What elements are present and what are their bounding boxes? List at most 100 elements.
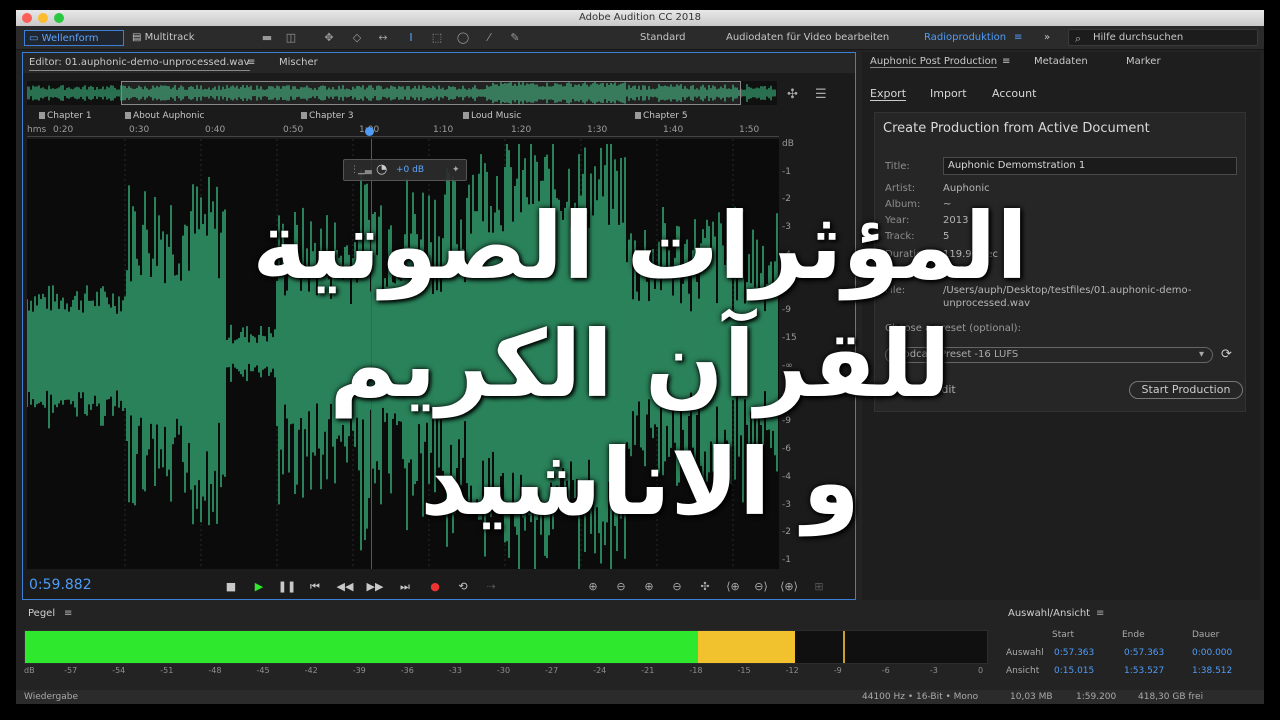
rate-label: Rate: — [885, 265, 912, 276]
zoom-in-amplitude-icon[interactable]: ⊕ — [583, 579, 603, 595]
start-production-button[interactable]: Start Production — [1129, 381, 1243, 399]
preset-select[interactable]: Podcast Preset -16 LUFS ▾ — [885, 347, 1213, 363]
selection-duration[interactable]: 0:00.000 — [1192, 648, 1232, 658]
multitrack-icon: ▤ — [132, 32, 145, 43]
workspace-more-icon[interactable]: » — [1044, 30, 1050, 46]
zoom-in-point-icon[interactable]: ⟨⊕ — [723, 579, 743, 595]
workspace-menu-icon[interactable]: ≡ — [1014, 30, 1022, 46]
selection-start[interactable]: 0:57.363 — [1054, 648, 1094, 658]
spectral-pitch-icon[interactable]: ◫ — [284, 32, 298, 44]
meter-menu-icon[interactable]: ≡ — [64, 608, 72, 619]
maximize-window-button[interactable] — [54, 13, 64, 23]
spectral-frequency-icon[interactable]: ▬ — [260, 32, 274, 44]
record-button[interactable]: ● — [425, 579, 445, 595]
workspace-standard[interactable]: Standard — [640, 30, 686, 46]
volume-hud[interactable]: ⋮ ▁▃ ◔ +0 dB ✦ — [343, 159, 467, 181]
ruler-tick: 0:50 — [283, 125, 304, 135]
previous-button[interactable]: ⏮ — [305, 579, 325, 595]
title-input[interactable]: Auphonic Demomstration 1 — [943, 157, 1237, 175]
refresh-icon[interactable]: ⟳ — [1221, 347, 1232, 362]
fast-forward-button[interactable]: ▶▶ — [365, 579, 385, 595]
search-icon: ⌕ — [1075, 32, 1082, 45]
workspace-video-audio[interactable]: Audiodaten für Video bearbeiten — [726, 30, 889, 46]
album-value: ~ — [943, 199, 952, 210]
waveform-display[interactable]: ⋮ ▁▃ ◔ +0 dB ✦ — [27, 139, 779, 569]
album-label: Album: — [885, 199, 921, 210]
meter-scale-tick: -30 — [497, 666, 511, 675]
selection-end[interactable]: 0:57.363 — [1124, 648, 1164, 658]
zoom-in-time-icon[interactable]: ⊕ — [639, 579, 659, 595]
zoom-out-time-icon[interactable]: ⊖ — [667, 579, 687, 595]
subtab-account[interactable]: Account — [992, 87, 1036, 100]
loop-button[interactable]: ⟲ — [453, 579, 473, 595]
meter-scale-tick: -15 — [737, 666, 751, 675]
volume-knob-icon[interactable]: ◔ — [376, 160, 387, 180]
time-ruler[interactable]: hms 0:20 0:30 0:40 0:50 1:00 1:10 1:20 1… — [27, 123, 779, 137]
selection-menu-icon[interactable]: ≡ — [1096, 608, 1104, 619]
zoom-tracks-icon[interactable]: ⊞ — [809, 579, 829, 595]
subtab-export[interactable]: Export — [870, 87, 907, 101]
db-tick: -3 — [782, 499, 791, 510]
marker-loud-music[interactable]: Loud Music — [462, 110, 521, 122]
db-tick: -4 — [782, 471, 791, 482]
zoom-full-icon[interactable]: ✣ — [695, 579, 715, 595]
zoom-out-point-icon[interactable]: ⊖⟩ — [751, 579, 771, 595]
view-duration[interactable]: 1:38.512 — [1192, 666, 1232, 676]
rewind-button[interactable]: ◀◀ — [335, 579, 355, 595]
lasso-tool-icon[interactable]: ◯ — [456, 32, 470, 44]
overview-viewport[interactable] — [121, 81, 741, 105]
skip-button[interactable]: ⇢ — [481, 579, 501, 595]
slip-tool-icon[interactable]: ↔ — [376, 32, 390, 44]
multitrack-view-button[interactable]: ▤ Multitrack — [128, 30, 208, 46]
playhead-handle[interactable] — [365, 127, 374, 136]
zoom-to-selection-icon[interactable]: ✣ — [787, 87, 798, 102]
tab-auphonic[interactable]: Auphonic Post Production — [870, 56, 998, 68]
editor-tab[interactable]: Editor: 01.auphonic-demo-unprocessed.wav — [29, 56, 250, 71]
next-button[interactable]: ⏭ — [395, 579, 415, 595]
waveform-view-button[interactable]: ▭ Wellenform — [24, 30, 124, 46]
mixer-tab[interactable]: Mischer — [279, 56, 318, 70]
close-window-button[interactable] — [22, 13, 32, 23]
pin-icon[interactable]: ✦ — [452, 160, 460, 180]
minimize-window-button[interactable] — [38, 13, 48, 23]
workspace-radio-production[interactable]: Radioproduktion — [924, 30, 1006, 46]
status-duration: 1:59.200 — [1076, 692, 1117, 702]
marker-chapter-3[interactable]: Chapter 3 — [301, 110, 354, 122]
tab-marker[interactable]: Marker — [1126, 56, 1161, 67]
time-selection-tool-icon[interactable]: I — [404, 32, 418, 44]
razor-tool-icon[interactable]: ◇ — [350, 32, 364, 44]
status-size: 10,03 MB — [1010, 692, 1053, 702]
playhead[interactable] — [371, 139, 372, 569]
marker-chapter-1[interactable]: Chapter 1 — [39, 110, 92, 122]
db-tick: -2 — [782, 527, 791, 538]
zoom-selection-icon[interactable]: ⟨⊕⟩ — [779, 579, 799, 595]
move-tool-icon[interactable]: ✥ — [322, 32, 336, 44]
play-button[interactable]: ▶ — [249, 579, 269, 595]
spot-healing-icon[interactable]: ✎ — [508, 32, 522, 44]
marker-chapter-5[interactable]: Chapter 5 — [635, 110, 688, 122]
panel-menu-icon[interactable]: ☰ — [815, 87, 827, 102]
view-end[interactable]: 1:53.527 — [1124, 666, 1164, 676]
editor-tab-menu-icon[interactable]: ≡ — [247, 56, 255, 70]
marker-about-auphonic[interactable]: About Auphonic — [124, 110, 204, 122]
db-tick: -4 — [782, 249, 791, 260]
selection-title: Auswahl/Ansicht — [1008, 608, 1091, 619]
marquee-tool-icon[interactable]: ⬚ — [430, 32, 444, 44]
check-edit-link[interactable]: Check & Edit — [885, 383, 956, 396]
view-start[interactable]: 0:15.015 — [1054, 666, 1094, 676]
tab-menu-icon[interactable]: ≡ — [1002, 56, 1010, 67]
level-meter-panel: Pegel ≡ dB -57 -54 -51 -48 -45 -42 -39 -36 -33 -30… — [16, 604, 994, 690]
pause-button[interactable]: ❚❚ — [277, 579, 297, 595]
zoom-out-amplitude-icon[interactable]: ⊖ — [611, 579, 631, 595]
tab-metadata[interactable]: Metadaten — [1034, 56, 1088, 67]
window-title: Adobe Audition CC 2018 — [578, 12, 702, 23]
ruler-tick: 0:20 — [53, 125, 74, 135]
stop-button[interactable]: ■ — [221, 579, 241, 595]
db-tick: -9 — [782, 416, 791, 427]
auphonic-panel: Auphonic Post Production ≡ Metadaten Mar… — [862, 52, 1260, 600]
brush-tool-icon[interactable]: ⁄ — [482, 32, 496, 44]
help-search-input[interactable]: ⌕ Hilfe durchsuchen — [1068, 29, 1258, 46]
subtab-import[interactable]: Import — [930, 87, 967, 100]
overview-bar[interactable] — [27, 81, 777, 105]
meter-title: Pegel — [28, 608, 56, 619]
